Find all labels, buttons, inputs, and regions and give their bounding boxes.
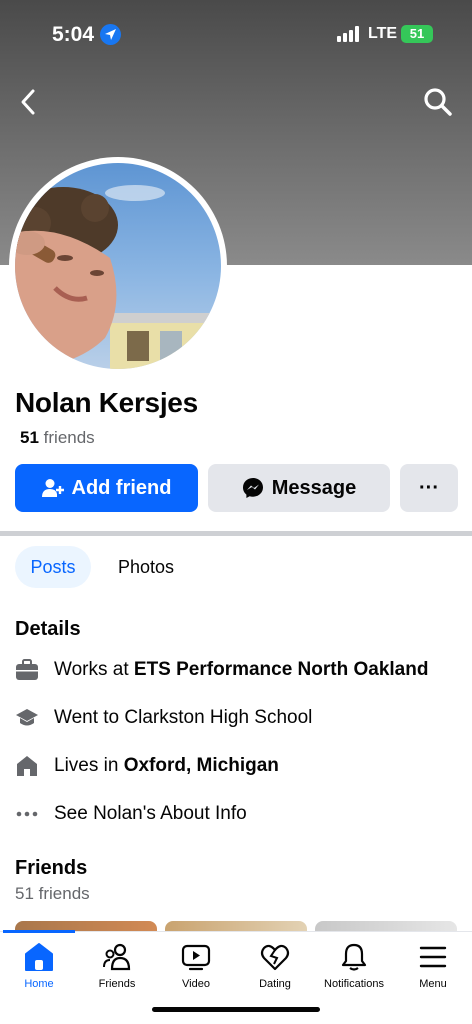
tab-posts[interactable]: Posts (15, 546, 91, 588)
friends-section-count: 51 friends (15, 884, 90, 903)
work-prefix: Works at (54, 659, 134, 680)
back-icon[interactable] (14, 86, 44, 118)
friends-count-number: 51 (20, 428, 39, 447)
signal-icon (337, 26, 361, 42)
nav-friends[interactable]: Friends (78, 942, 156, 990)
status-time: 5:04 (52, 23, 95, 46)
nav-friends-label: Friends (98, 978, 136, 990)
nav-dating[interactable]: Dating (236, 942, 314, 990)
video-icon (181, 944, 211, 971)
about-link: See Nolan's About Info (54, 803, 247, 824)
message-label: Message (271, 476, 357, 499)
bell-icon (341, 943, 367, 971)
add-friend-label: Add friend (71, 476, 172, 499)
detail-work[interactable]: Works at ETS Performance North Oakland (15, 655, 465, 685)
tab-photos[interactable]: Photos (102, 546, 190, 588)
lives-place: Oxford, Michigan (123, 755, 279, 776)
detail-education[interactable]: Went to Clarkston High School (15, 703, 465, 733)
lives-prefix: Lives in (54, 755, 124, 776)
battery-indicator: 51 (401, 25, 433, 43)
location-arrow-icon (100, 24, 121, 45)
nav-video[interactable]: Video (157, 942, 235, 990)
nav-menu[interactable]: Menu (394, 942, 472, 990)
home-indicator (152, 1007, 320, 1012)
education-text: Went to Clarkston High School (54, 707, 313, 728)
nav-dating-label: Dating (259, 978, 291, 990)
nav-notifications[interactable]: Notifications (315, 942, 393, 990)
more-options-button[interactable]: ··· (400, 464, 458, 512)
friend-thumbnail[interactable] (165, 921, 307, 931)
friends-count[interactable]: 51 friends (20, 428, 95, 448)
add-person-icon (41, 479, 64, 497)
active-tab-indicator (3, 930, 75, 933)
house-icon (15, 754, 39, 778)
detail-about[interactable]: See Nolan's About Info (15, 799, 465, 829)
profile-photo (15, 163, 221, 369)
nav-notifications-label: Notifications (324, 978, 384, 990)
status-bar: 5:04 LTE 51 (0, 18, 472, 52)
network-type: LTE (368, 25, 398, 42)
friends-icon (103, 943, 131, 971)
ellipsis-icon (15, 802, 39, 826)
profile-picture[interactable] (9, 157, 227, 375)
messenger-icon (242, 478, 263, 498)
profile-name: Nolan Kersjes (15, 387, 198, 418)
dating-icon (260, 944, 290, 971)
home-icon (25, 943, 53, 971)
nav-home[interactable]: Home (0, 942, 78, 990)
menu-icon (419, 946, 447, 968)
friends-count-label: friends (43, 428, 95, 447)
nav-home-label: Home (24, 978, 54, 990)
details-title: Details (15, 618, 81, 640)
nav-menu-label: Menu (419, 978, 447, 990)
message-button[interactable]: Message (208, 464, 390, 512)
section-divider (0, 531, 472, 536)
friends-title: Friends (15, 857, 88, 879)
briefcase-icon (15, 658, 39, 682)
nav-video-label: Video (182, 978, 210, 990)
work-place: ETS Performance North Oakland (133, 659, 429, 680)
graduation-cap-icon (15, 706, 39, 730)
detail-location[interactable]: Lives in Oxford, Michigan (15, 751, 465, 781)
search-icon[interactable] (422, 86, 454, 118)
add-friend-button[interactable]: Add friend (15, 464, 198, 512)
friend-thumbnail[interactable] (315, 921, 457, 931)
